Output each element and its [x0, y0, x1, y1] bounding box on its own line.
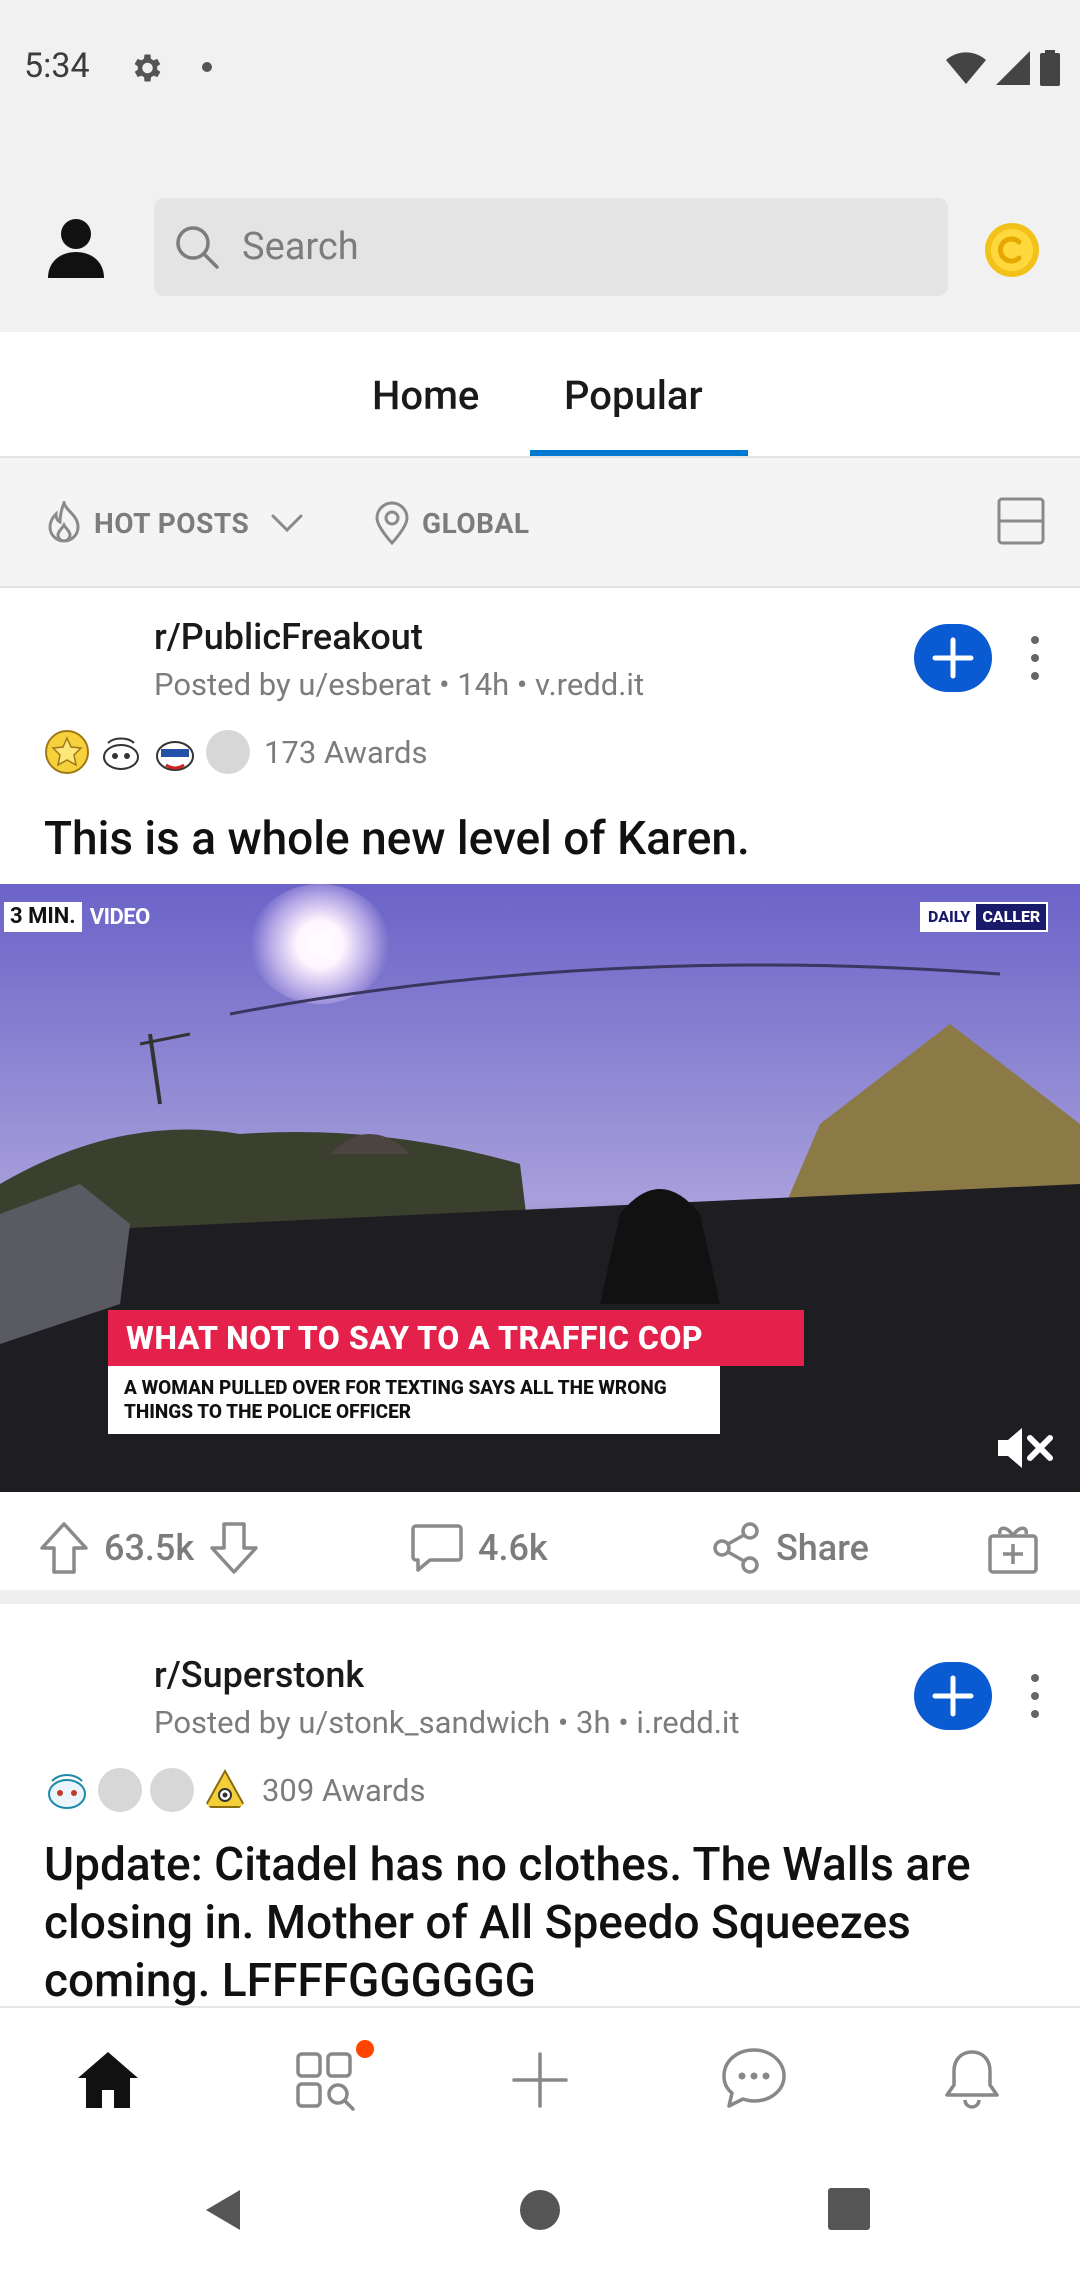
- recents-square-icon[interactable]: [828, 2188, 870, 2230]
- sort-dropdown[interactable]: HOT POSTS: [44, 498, 305, 548]
- awards-row[interactable]: 309 Awards: [44, 1766, 426, 1814]
- notifications-bell-icon[interactable]: [936, 2044, 1008, 2116]
- video-length-badge: 3 MIN. VIDEO: [4, 902, 158, 932]
- status-time: 5:34: [24, 46, 90, 86]
- communities-grid-icon: [296, 2052, 355, 2111]
- logo-word-2: CALLER: [976, 904, 1047, 930]
- battery-icon: [1040, 50, 1060, 86]
- gold-award-icon: [45, 730, 89, 774]
- tab-popular[interactable]: Popular: [564, 372, 703, 419]
- plus-icon: [932, 637, 974, 679]
- upvote-arrow-icon[interactable]: [38, 1520, 90, 1576]
- card-layout-icon[interactable]: [996, 496, 1046, 546]
- post-card[interactable]: r/Superstonk Posted by u/stonk_sandwich …: [0, 1626, 1080, 2006]
- awards-count: 309 Awards: [262, 1771, 426, 1809]
- feed-tabs: Home Popular: [0, 332, 1080, 458]
- post-meta: Posted by u/esberat • 14h • v.redd.it: [154, 666, 645, 703]
- filter-bar: HOT POSTS GLOBAL: [0, 458, 1080, 588]
- vote-group: 63.5k: [38, 1518, 260, 1578]
- more-options-icon[interactable]: [1022, 1670, 1048, 1722]
- logo-word-1: DAILY: [922, 904, 977, 930]
- award-placeholder-icon: [150, 1768, 194, 1812]
- snoo-award-icon: [103, 737, 139, 770]
- tab-home[interactable]: Home: [372, 372, 479, 419]
- daily-caller-logo: DAILY CALLER: [920, 902, 1049, 932]
- cell-signal-icon: [996, 51, 1030, 85]
- snoo-sunglasses-award-icon: [156, 741, 194, 771]
- location-label: GLOBAL: [422, 506, 530, 540]
- sort-label: HOT POSTS: [94, 506, 250, 540]
- join-button[interactable]: [914, 1662, 992, 1730]
- settings-gear-icon: [134, 54, 161, 82]
- home-circle-icon[interactable]: [518, 2188, 562, 2232]
- upvote-count: 63.5k: [104, 1527, 195, 1569]
- communities-nav[interactable]: [290, 2040, 374, 2116]
- search-input[interactable]: [242, 198, 922, 296]
- back-triangle-icon[interactable]: [200, 2186, 248, 2234]
- post-subreddit[interactable]: r/Superstonk: [154, 1654, 364, 1696]
- chat-icon[interactable]: [718, 2044, 790, 2116]
- join-button[interactable]: [914, 624, 992, 692]
- post-meta: Posted by u/stonk_sandwich • 3h • i.redd…: [154, 1704, 740, 1741]
- bottom-navigation: [0, 2006, 1080, 2146]
- notification-dot-icon: [202, 62, 212, 72]
- flame-icon: [48, 501, 80, 543]
- status-bar: 5:34: [0, 0, 1080, 132]
- share-icon: [713, 1522, 759, 1574]
- downvote-arrow-icon[interactable]: [208, 1520, 260, 1576]
- award-placeholder-icon: [206, 730, 250, 774]
- award-gift-icon[interactable]: [986, 1520, 1040, 1576]
- search-bar[interactable]: [154, 198, 948, 296]
- active-tab-indicator: [530, 450, 748, 456]
- video-caption-headline: WHAT NOT TO SAY TO A TRAFFIC COP: [108, 1310, 804, 1366]
- home-icon[interactable]: [72, 2044, 144, 2116]
- chevron-down-icon: [271, 514, 303, 533]
- location-filter[interactable]: GLOBAL: [372, 498, 530, 548]
- plus-icon: [932, 1675, 974, 1717]
- video-caption-subtitle: A WOMAN PULLED OVER FOR TEXTING SAYS ALL…: [108, 1366, 720, 1434]
- wifi-icon: [946, 52, 986, 84]
- share-label: Share: [776, 1527, 869, 1569]
- app-header: [0, 132, 1080, 332]
- snoo-award-icon: [48, 1774, 86, 1809]
- comment-bubble-icon: [411, 1524, 463, 1572]
- system-navigation-bar: [0, 2146, 1080, 2280]
- post-title[interactable]: Update: Citadel has no clothes. The Wall…: [44, 1836, 1044, 2006]
- comment-count: 4.6k: [478, 1527, 548, 1569]
- badge-type: VIDEO: [89, 904, 151, 930]
- badge-length: 3 MIN.: [4, 902, 82, 932]
- awards-row[interactable]: 173 Awards: [44, 728, 428, 776]
- location-pin-icon: [375, 501, 409, 545]
- new-activity-dot: [356, 2040, 374, 2058]
- more-options-icon[interactable]: [1022, 632, 1048, 684]
- video-player[interactable]: 3 MIN. VIDEO DAILY CALLER WHAT NOT TO SA…: [0, 884, 1080, 1492]
- comments-button[interactable]: 4.6k: [410, 1518, 548, 1578]
- triangle-award-icon: [203, 1768, 247, 1808]
- coins-icon[interactable]: [984, 222, 1040, 278]
- post-subreddit[interactable]: r/PublicFreakout: [154, 616, 423, 658]
- status-icons: [946, 50, 1060, 86]
- profile-avatar-icon[interactable]: [48, 218, 104, 278]
- share-button[interactable]: Share: [710, 1518, 869, 1578]
- post-title[interactable]: This is a whole new level of Karen.: [44, 810, 1044, 868]
- search-icon: [176, 226, 219, 269]
- create-post-icon[interactable]: [504, 2044, 576, 2116]
- awards-count: 173 Awards: [264, 733, 428, 771]
- post-action-bar: 63.5k 4.6k Share: [0, 1492, 1080, 1604]
- mute-icon[interactable]: [996, 1424, 1054, 1472]
- award-placeholder-icon: [98, 1768, 142, 1812]
